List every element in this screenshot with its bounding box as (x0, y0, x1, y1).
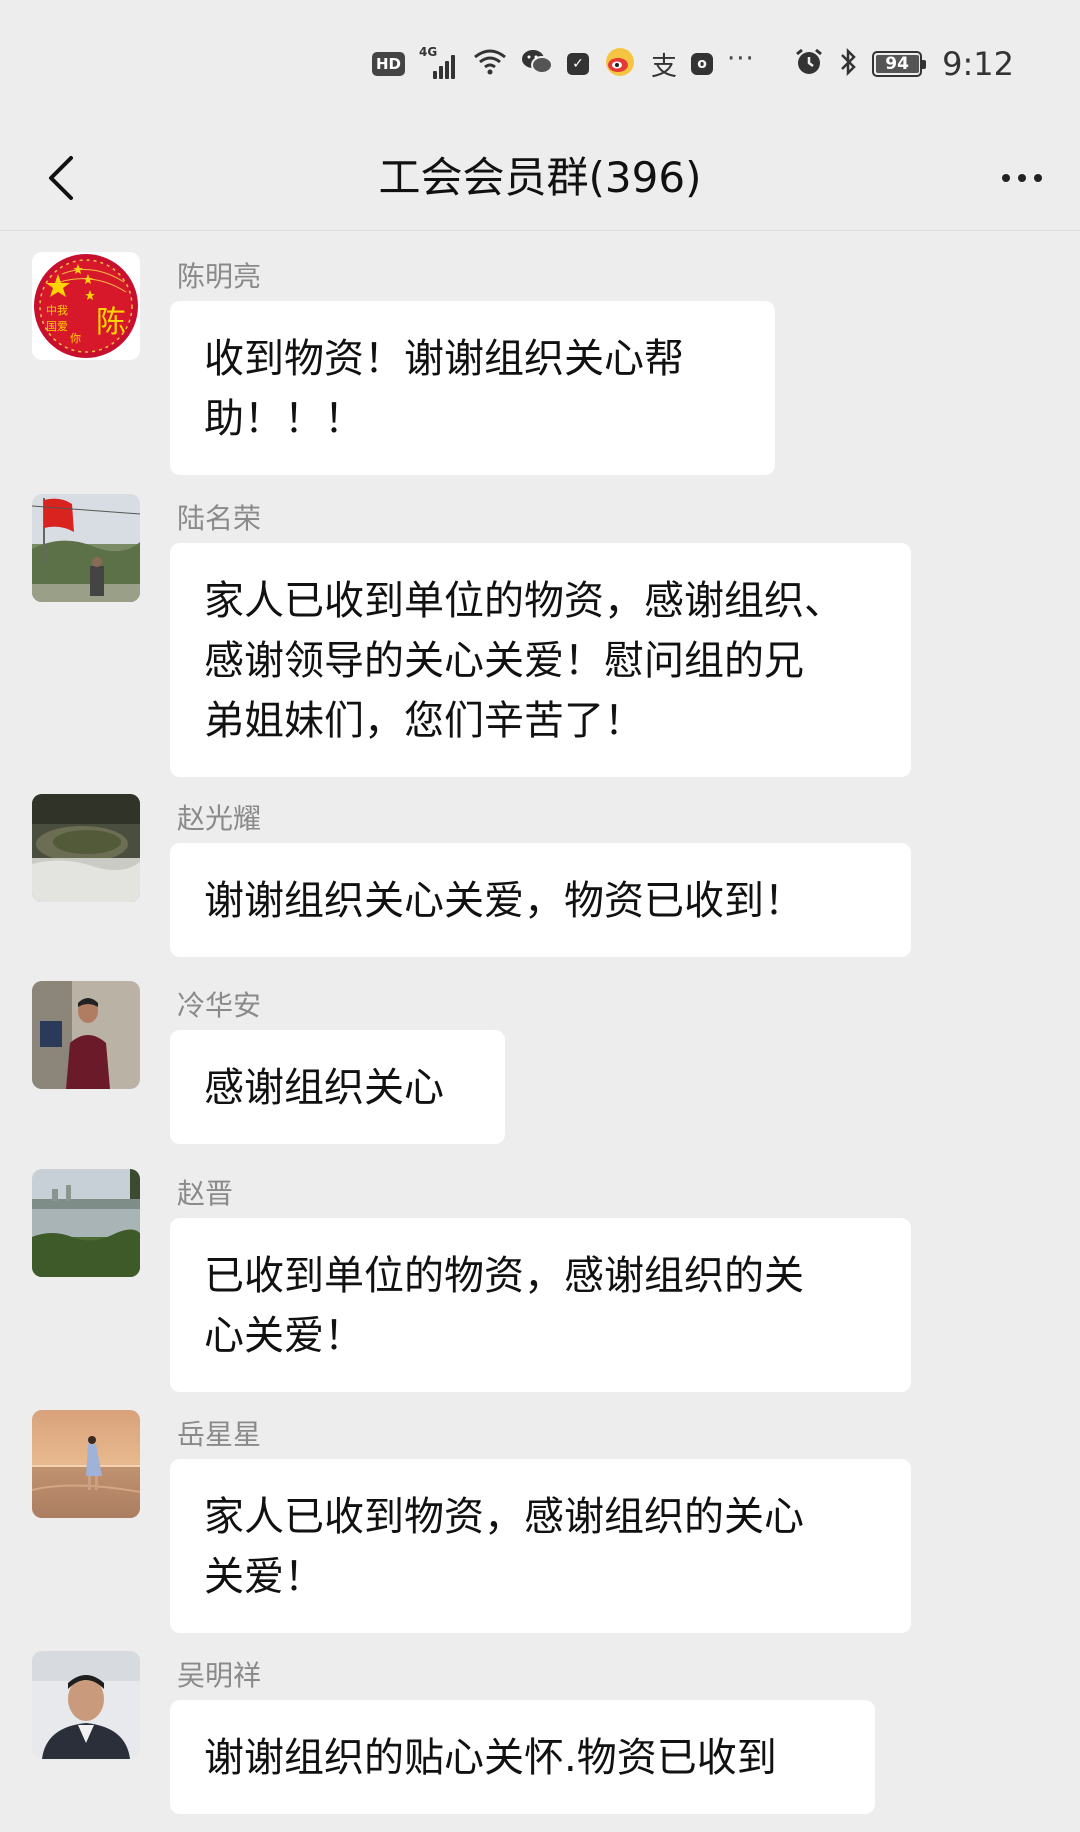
more-button[interactable] (992, 145, 1052, 211)
message-bubble[interactable]: 谢谢组织的贴心关怀.物资已收到 (170, 1700, 875, 1814)
avatar[interactable]: 中我 国爱 你 陈 (32, 252, 140, 360)
message-text-line: 感谢领导的关心关爱！慰问组的兄 (204, 638, 804, 684)
message-text-line: 家人已收到单位的物资，感谢组织、 (204, 578, 844, 624)
message-text-line: 谢谢组织关心关爱，物资已收到！ (204, 878, 804, 924)
message-text-line: 助！！！ (204, 396, 364, 442)
avatar-text-4: 陈 (96, 305, 126, 340)
avatar-text-1: 中我 (46, 304, 68, 317)
message-text-line: 心关爱！ (204, 1313, 364, 1359)
avatar[interactable] (32, 794, 140, 902)
message-text-line: 感谢组织关心 (204, 1065, 444, 1111)
message-text-line: 已收到单位的物资，感谢组织的关 (204, 1253, 804, 1299)
app2-icon: o (691, 53, 714, 75)
bluetooth-icon (838, 47, 858, 81)
wifi-icon (473, 48, 507, 80)
alipay-icon: 支 (651, 51, 678, 82)
avatar[interactable] (32, 1651, 140, 1759)
wechat-icon (521, 48, 554, 80)
message-bubble[interactable]: 收到物资！谢谢组织关心帮 助！！！ (170, 301, 775, 475)
sender-name: 岳星星 (177, 1418, 262, 1451)
more-dots-icon (1002, 174, 1010, 182)
avatar[interactable] (32, 981, 140, 1089)
chat-header: 工会会员群(396) (0, 125, 1080, 231)
message-text-line: 关爱！ (204, 1554, 324, 1600)
avatar[interactable] (32, 494, 140, 602)
message-bubble[interactable]: 家人已收到单位的物资，感谢组织、 感谢领导的关心关爱！慰问组的兄 弟姐妹们，您们… (170, 543, 911, 777)
sender-name: 赵晋 (177, 1177, 234, 1210)
sender-name: 陆名荣 (177, 502, 262, 535)
battery-icon: 94 (872, 51, 927, 77)
message-text-line: 谢谢组织的贴心关怀.物资已收到 (204, 1735, 777, 1781)
sender-name: 赵光耀 (177, 802, 262, 835)
message-text-line: 家人已收到物资，感谢组织的关心 (204, 1494, 804, 1540)
avatar-text-2: 国爱 (46, 320, 68, 333)
message-text-line: 收到物资！谢谢组织关心帮 (204, 336, 684, 382)
message-text-line: 弟姐妹们，您们辛苦了！ (204, 698, 644, 744)
signal-icon: 4G (419, 45, 459, 79)
app-icon: ✓ (567, 53, 590, 75)
status-bar: HD 4G ✓ 支 o ··· 94 9:12 (0, 0, 1080, 125)
message-bubble[interactable]: 家人已收到物资，感谢组织的关心 关爱！ (170, 1459, 911, 1633)
chat-title: 工会会员群(396) (378, 153, 702, 202)
avatar[interactable] (32, 1410, 140, 1518)
alarm-icon (794, 47, 824, 81)
avatar-text-3: 你 (70, 332, 81, 345)
message-bubble[interactable]: 谢谢组织关心关爱，物资已收到！ (170, 843, 911, 957)
sender-name: 冷华安 (177, 989, 262, 1022)
sender-name: 陈明亮 (177, 260, 262, 293)
message-bubble[interactable]: 感谢组织关心 (170, 1030, 505, 1144)
message-bubble[interactable]: 已收到单位的物资，感谢组织的关 心关爱！ (170, 1218, 911, 1392)
sender-name: 吴明祥 (177, 1659, 262, 1692)
clock: 9:12 (942, 45, 1014, 83)
weibo-icon (603, 47, 637, 81)
more-notifications-icon: ··· (727, 44, 755, 74)
hd-icon: HD (372, 52, 406, 76)
avatar[interactable] (32, 1169, 140, 1277)
